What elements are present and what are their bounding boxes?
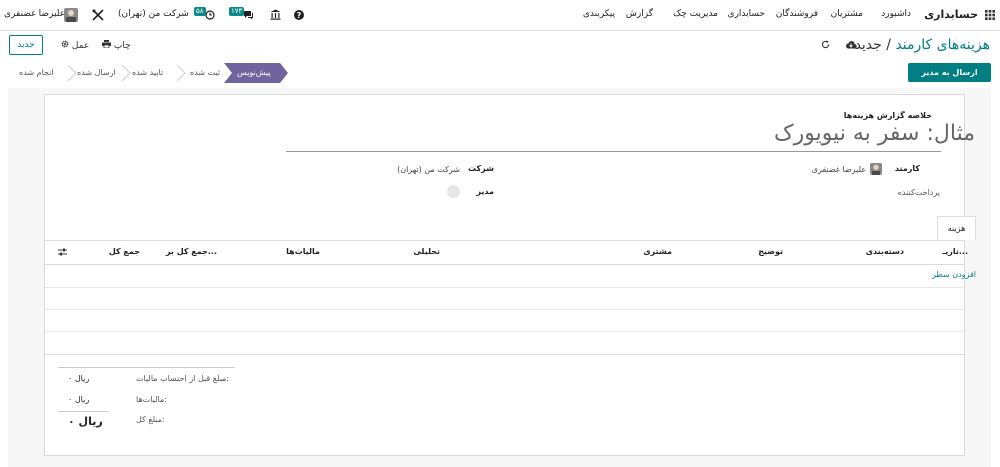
menu-accounting[interactable]: حسابداری xyxy=(728,9,765,19)
company-label: شرکت xyxy=(468,164,494,173)
messages-badge: ۱۷۳ xyxy=(229,7,245,16)
stage-draft[interactable]: پیش‌نویس xyxy=(224,63,288,83)
table-row-line xyxy=(45,309,965,310)
company-field[interactable]: شرکت من (تهران) xyxy=(397,165,460,174)
menu-vendors[interactable]: فروشندگان xyxy=(776,9,818,19)
title-underline xyxy=(286,151,941,152)
breadcrumb-separator: / xyxy=(881,37,891,53)
optional-columns-icon[interactable] xyxy=(58,248,67,256)
apps-grid-icon[interactable] xyxy=(985,10,995,20)
stage-separator xyxy=(67,65,77,81)
col-description[interactable]: توضیح xyxy=(758,247,783,256)
summary-label: خلاصه گزارش هزینه‌ها xyxy=(843,111,932,120)
messages-icon[interactable] xyxy=(243,10,254,20)
stage-separator xyxy=(176,65,186,81)
menu-reporting[interactable]: گزارش xyxy=(626,9,653,19)
stage-posted[interactable]: ثبت شده xyxy=(190,63,220,83)
print-label: چاپ xyxy=(113,41,131,51)
col-category[interactable]: دسته‌بندی xyxy=(866,247,904,256)
top-navbar: حسابداری داشبورد مشتریان فروشندگان حسابد… xyxy=(0,0,1000,31)
menu-customers[interactable]: مشتریان xyxy=(831,9,863,19)
breadcrumb-current: جدید xyxy=(854,37,882,53)
untaxed-amount-label: مبلغ قبل از احتساب مالیات: xyxy=(136,374,230,383)
activity-clock-icon[interactable] xyxy=(205,10,215,20)
print-icon xyxy=(102,40,111,51)
employee-label: کارمند xyxy=(894,164,920,173)
total-amount-value: ۰ ریال xyxy=(68,415,103,428)
bank-icon[interactable] xyxy=(270,9,281,20)
breadcrumb: هزینه‌های کارمند / جدید xyxy=(855,37,990,53)
debug-tools-icon[interactable] xyxy=(92,9,104,21)
untaxed-amount-value: ۰ ریال xyxy=(68,374,90,383)
gear-icon xyxy=(61,40,69,51)
menu-check-management[interactable]: مدیریت چک xyxy=(673,9,718,19)
col-total-currency[interactable]: جمع کل بر... xyxy=(166,247,217,256)
stage-separator xyxy=(121,65,131,81)
table-row-line xyxy=(45,287,965,288)
help-icon[interactable]: ? xyxy=(294,10,304,20)
tab-bottom-line xyxy=(45,240,965,241)
title-input[interactable]: مثال: سفر به نیویورک xyxy=(774,121,975,146)
employee-avatar xyxy=(870,163,882,175)
employee-field[interactable]: علیرضا غضنفری xyxy=(812,165,866,174)
taxes-value: ۰ ریال xyxy=(68,395,90,404)
discard-undo-icon[interactable] xyxy=(821,40,830,49)
stage-done[interactable]: انجام شده xyxy=(19,63,54,83)
menu-configuration[interactable]: پیکربندی xyxy=(583,9,615,19)
col-analytic[interactable]: تحلیلی xyxy=(413,247,440,256)
action-label: عمل xyxy=(71,41,90,51)
table-header-line xyxy=(45,264,965,265)
col-taxes[interactable]: مالیات‌ها xyxy=(286,247,320,256)
print-button[interactable]: چاپ xyxy=(102,40,131,51)
total-amount-label: مبلغ کل: xyxy=(136,415,165,424)
stage-draft-label: پیش‌نویس xyxy=(237,68,271,77)
form-sheet xyxy=(44,94,965,456)
payer-label: پرداخت‌کننده xyxy=(897,188,940,197)
stage-approved[interactable]: تایید شده xyxy=(132,63,163,83)
avatar[interactable] xyxy=(64,8,78,22)
col-date[interactable]: تاریـ... xyxy=(943,247,968,256)
app-name[interactable]: حسابداری xyxy=(924,8,978,21)
manager-label: مدیر xyxy=(476,187,494,196)
company-switcher[interactable]: شرکت من (تهران) xyxy=(118,9,189,19)
save-cloud-icon[interactable] xyxy=(845,40,857,49)
total-separator-line xyxy=(58,411,109,412)
status-bar: پیش‌نویس ثبت شده تایید شده ارسال شده انج… xyxy=(8,63,991,85)
tab-expense[interactable]: هزینه xyxy=(937,216,976,240)
col-customer[interactable]: مشتری xyxy=(643,247,672,256)
new-button[interactable]: جدید xyxy=(9,35,43,55)
breadcrumb-parent[interactable]: هزینه‌های کارمند xyxy=(895,37,990,53)
col-total[interactable]: جمع کل xyxy=(109,247,140,256)
action-button[interactable]: عمل xyxy=(61,40,89,51)
totals-top-line xyxy=(58,367,235,368)
table-row-line xyxy=(45,354,965,355)
manager-field[interactable] xyxy=(447,185,460,198)
add-line-link[interactable]: افزودن سطر xyxy=(932,270,976,279)
menu-dashboard[interactable]: داشبورد xyxy=(881,9,911,19)
activity-badge: ۵۸ xyxy=(194,7,206,16)
svg-text:?: ? xyxy=(297,11,302,20)
taxes-label: مالیات‌ها: xyxy=(136,395,167,404)
stage-sent[interactable]: ارسال شده xyxy=(77,63,116,83)
table-row-line xyxy=(45,331,965,332)
user-name[interactable]: علیرضا غضنفری xyxy=(4,9,65,19)
